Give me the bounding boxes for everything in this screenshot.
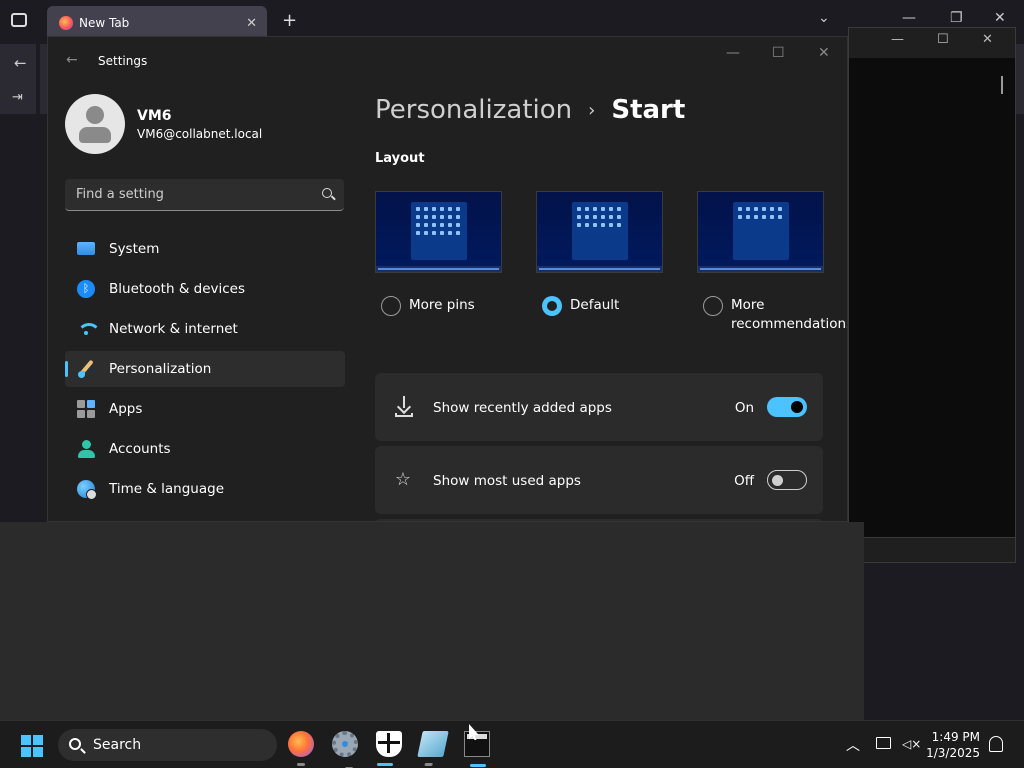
sidebar-item-label: Bluetooth & devices (109, 281, 246, 297)
layout-preview-default[interactable] (536, 191, 663, 273)
settings-content: Personalization › Start Layout More pins (375, 37, 847, 521)
sidebar-item-label: Network & internet (109, 321, 238, 337)
search-icon (322, 188, 332, 198)
unrendered-area (0, 522, 864, 720)
back-arrow-icon[interactable]: ← (66, 52, 78, 68)
profile-name: VM6 (137, 107, 172, 124)
sidebar-item-label: System (109, 241, 160, 257)
sidebar-item-system[interactable]: System (65, 231, 345, 267)
radio-default[interactable] (542, 296, 562, 316)
page-title: Start (611, 95, 686, 125)
radio-label: More recommendations (731, 297, 848, 332)
chevron-up-icon[interactable]: ︿ (846, 735, 860, 755)
terminal-minimize-icon[interactable]: — (891, 32, 904, 47)
sidebar-item-label: Time & language (109, 481, 225, 497)
breadcrumb: Personalization › Start (375, 95, 685, 125)
bluetooth-icon: ᛒ (77, 280, 95, 298)
new-tab-button[interactable]: + (282, 10, 297, 31)
star-icon: ☆ (394, 469, 412, 490)
system-icon (77, 242, 95, 255)
toggle-switch[interactable] (767, 397, 807, 417)
windows-start-icon[interactable] (21, 735, 43, 757)
taskbar-search-label: Search (93, 737, 142, 753)
sidebar-nav: System ᛒ Bluetooth & devices Network & i… (65, 231, 345, 511)
settings-gear-icon[interactable] (332, 731, 358, 768)
toggle-state: On (734, 400, 754, 416)
profile-email: VM6@collabnet.local (137, 126, 263, 141)
sidebar-item-bluetooth[interactable]: ᛒ Bluetooth & devices (65, 271, 345, 307)
accounts-icon (77, 440, 95, 458)
chevron-right-icon: › (588, 99, 596, 121)
firefox-icon[interactable] (288, 731, 314, 766)
system-clock[interactable]: 1:49 PM 1/3/2025 (926, 729, 980, 761)
layout-section-label: Layout (375, 151, 425, 166)
sidebar-item-network[interactable]: Network & internet (65, 311, 345, 347)
sidebar-item-apps[interactable]: Apps (65, 391, 345, 427)
layout-option-more-pins[interactable]: More pins (375, 191, 503, 316)
sign-in-icon[interactable]: ⇥ (12, 90, 23, 105)
globe-clock-icon (77, 480, 97, 500)
browser-tab[interactable]: New Tab ✕ (47, 6, 267, 40)
back-arrow-icon[interactable]: ← (14, 54, 27, 72)
setting-label: Show most used apps (433, 473, 581, 489)
search-field[interactable] (65, 179, 344, 211)
layout-preview-more-pins[interactable] (375, 191, 502, 273)
browser-restore-icon[interactable]: ❐ (950, 10, 963, 26)
tab-overview-icon[interactable] (11, 13, 27, 27)
browser-tab-title: New Tab (79, 16, 130, 30)
search-input[interactable] (65, 179, 344, 210)
layout-option-default[interactable]: Default (536, 191, 664, 316)
sidebar-item-accounts[interactable]: Accounts (65, 431, 345, 467)
apps-icon (77, 400, 95, 418)
sidebar-item-label: Apps (109, 401, 143, 417)
user-profile[interactable]: VM6 VM6@collabnet.local (65, 94, 262, 154)
taskbar: Search ︿ ◁× 1:49 PM 1/3/2025 (0, 720, 1024, 768)
layout-preview-more-recommendations[interactable] (697, 191, 824, 273)
terminal-maximize-icon[interactable]: ☐ (937, 32, 949, 47)
sidebar-item-time-language[interactable]: Time & language (65, 471, 345, 507)
sidebar-item-label: Accounts (109, 441, 171, 457)
wifi-icon (77, 320, 101, 338)
network-icon[interactable] (876, 737, 891, 749)
terminal-statusbar (848, 537, 1016, 563)
terminal-scrollbar[interactable] (1001, 76, 1003, 94)
notification-bell-icon[interactable] (989, 736, 1003, 752)
security-shield-icon[interactable] (376, 731, 402, 766)
brush-icon (77, 360, 95, 378)
radio-label: More pins (409, 297, 475, 313)
browser-sidebar: ← ⇥ (0, 44, 36, 114)
radio-more-pins[interactable] (381, 296, 401, 316)
volume-muted-icon[interactable]: ◁× (902, 737, 921, 751)
taskbar-search[interactable]: Search (58, 729, 277, 761)
firefox-icon (59, 16, 73, 30)
setting-show-recently-added-apps[interactable]: Show recently added apps On (375, 373, 823, 441)
tab-close-icon[interactable]: ✕ (246, 16, 257, 31)
terminal-close-icon[interactable]: ✕ (982, 32, 993, 47)
toggle-switch[interactable] (767, 470, 807, 490)
sidebar-item-personalization[interactable]: Personalization (65, 351, 345, 387)
settings-window: ← Settings — ☐ ✕ VM6 VM6@collabnet.local… (47, 36, 848, 522)
browser-minimize-icon[interactable]: — (902, 10, 916, 26)
setting-label: Show recently added apps (433, 400, 612, 416)
browser-close-icon[interactable]: ✕ (994, 10, 1006, 26)
tab-list-chevron-icon[interactable]: ⌄ (818, 10, 830, 26)
toggle-state: Off (734, 473, 754, 489)
terminal-window: — ☐ ✕ (848, 27, 1016, 563)
app-title: Settings (98, 54, 148, 68)
notepad-icon[interactable] (417, 731, 449, 766)
terminal-titlebar: — ☐ ✕ (849, 28, 1015, 58)
clock-date: 1/3/2025 (926, 746, 980, 760)
search-icon (69, 738, 81, 750)
sidebar-item-label: Personalization (109, 361, 212, 377)
breadcrumb-parent[interactable]: Personalization (375, 95, 572, 125)
avatar (65, 94, 125, 154)
setting-show-most-used-apps[interactable]: ☆ Show most used apps Off (375, 446, 823, 514)
radio-label: Default (570, 297, 620, 313)
layout-option-more-recommendations[interactable]: More recommendations (697, 191, 847, 332)
clock-time: 1:49 PM (931, 730, 980, 744)
radio-more-recommendations[interactable] (703, 296, 723, 316)
